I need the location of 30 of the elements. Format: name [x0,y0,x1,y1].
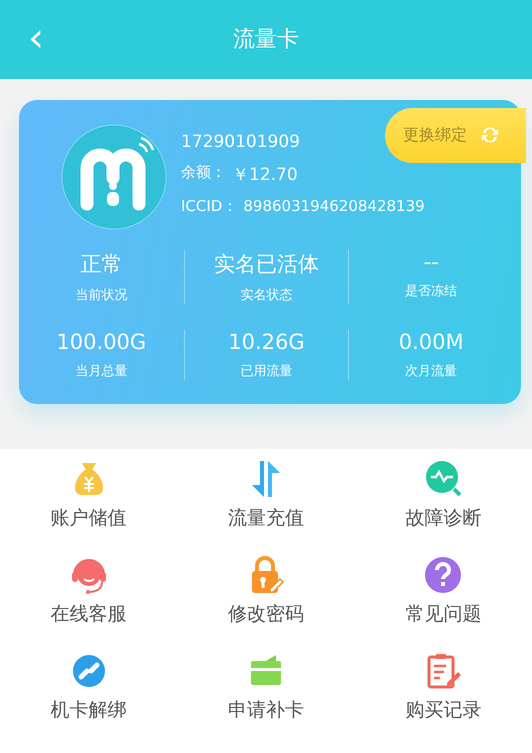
phone-number: 17290101909 [181,132,300,152]
balance-value: ￥12.70 [232,164,298,186]
stat-label: 当月总量 [75,362,128,380]
stat-value: -- [424,250,439,274]
stat-value: 100.00G [56,330,146,354]
menu-item[interactable]: 账户储值 [0,459,178,555]
menu-item[interactable]: 在线客服 [0,555,178,651]
iccid-label: ICCID： [181,196,238,216]
menu-item[interactable]: 常见问题 [354,555,532,651]
menu-item[interactable]: 流量充值 [177,459,355,555]
menu-item[interactable]: 购买记录 [354,651,532,747]
stat-value: 0.00M [398,330,464,354]
page-title: 流量卡 [233,26,299,54]
diagnose-icon [423,459,464,499]
question-icon [423,555,464,595]
stat-value: 正常 [80,250,122,278]
stat-label: 次月流量 [405,362,458,380]
stat-label: 实名状态 [240,286,292,304]
balance-label: 余额： [181,162,226,183]
iccid-value: 8986031946208428139 [243,196,425,216]
menu-item[interactable]: 修改密码 [177,555,355,651]
stat-label: 当前状况 [75,286,128,304]
menu-item[interactable]: 申请补卡 [177,651,355,747]
stat-value: 10.26G [228,330,305,354]
logo-icon [61,124,167,230]
stat-value: 实名已活体 [214,250,319,278]
stat-label: 是否冻结 [405,282,458,300]
stat-label: 已用流量 [240,362,292,380]
menu-item[interactable]: 故障诊断 [354,459,532,555]
menu-item[interactable]: 机卡解绑 [0,651,178,747]
